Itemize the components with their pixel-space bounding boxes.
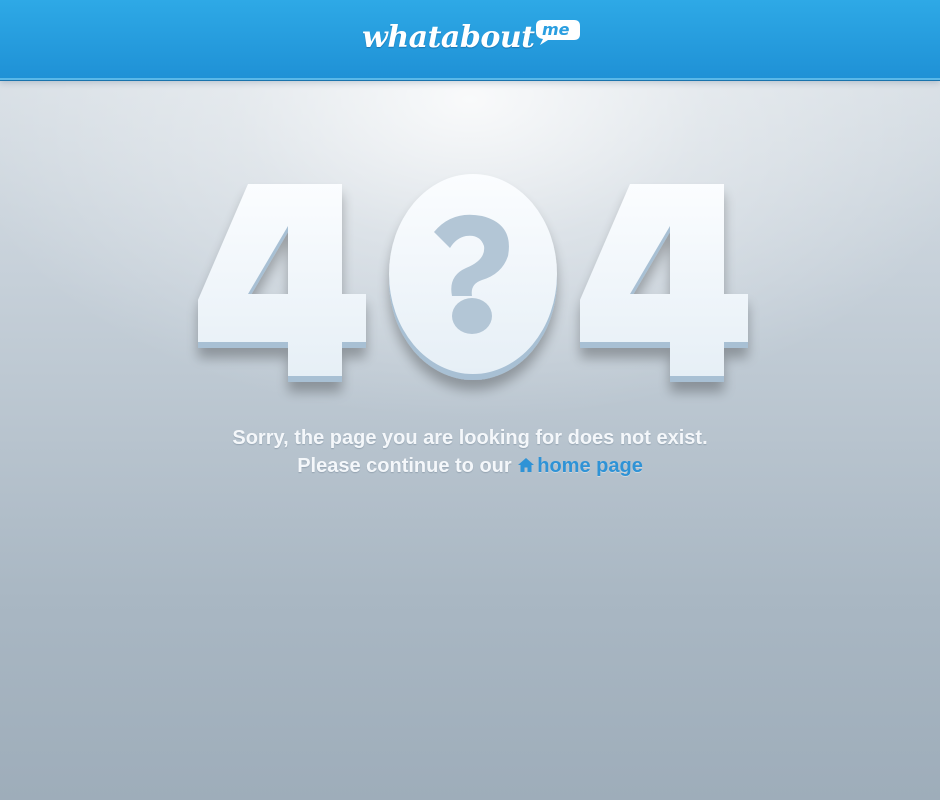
header-bar: whatabout me	[0, 0, 940, 80]
error-message-line2: Please continue to our home page	[0, 452, 940, 480]
home-page-link[interactable]: home page	[517, 455, 643, 477]
home-icon	[518, 458, 535, 472]
error-message-line1: Sorry, the page you are looking for does…	[232, 427, 708, 449]
home-page-link-label: home page	[537, 455, 643, 477]
logo-badge: me	[542, 20, 570, 39]
digit-four-right: 4	[580, 184, 748, 382]
digit-left-label: 4	[282, 289, 283, 291]
continue-prefix: Please continue to our	[297, 455, 512, 477]
logo-wordmark: whatabout	[362, 20, 535, 55]
digit-four-left: 4	[198, 184, 366, 382]
error-code-404: 4 0 4	[198, 174, 748, 382]
error-message: Sorry, the page you are looking for does…	[0, 424, 940, 480]
digit-right-label: 4	[664, 289, 665, 291]
site-logo[interactable]: whatabout me	[360, 14, 590, 64]
